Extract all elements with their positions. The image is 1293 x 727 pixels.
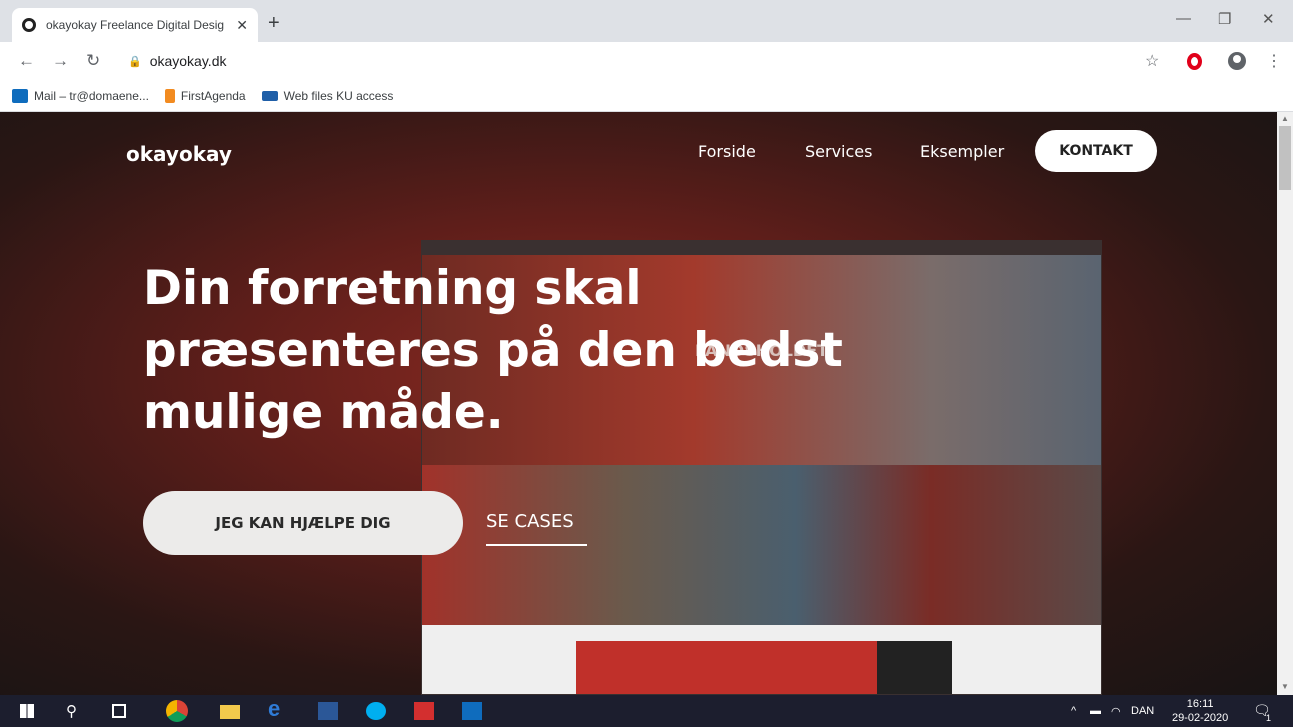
scrollbar-thumb[interactable]: [1279, 126, 1291, 190]
headline-line: præsenteres på den bedst: [143, 323, 843, 378]
page-scrollbar[interactable]: ▲ ▼: [1277, 112, 1293, 695]
window-close-icon[interactable]: ✕: [1262, 10, 1275, 28]
bookmark-firstagenda[interactable]: FirstAgenda: [164, 88, 246, 103]
restore-icon[interactable]: ❐: [1218, 10, 1231, 28]
browser-toolbar: ← → ↻ 🔒 okayokay.dk ☆ ⋮: [0, 42, 1293, 80]
outlook-icon: [12, 88, 28, 103]
bookmark-label: Mail – tr@domaene...: [34, 88, 149, 103]
browser-tab-strip: okayokay Freelance Digital Desig ✕ + — ❐…: [0, 0, 1293, 42]
file-explorer-icon[interactable]: [220, 705, 240, 719]
tray-chevron-icon[interactable]: ^: [1071, 705, 1076, 717]
page-viewport: LANDSHOLDET okayokay Forside Services Ek…: [0, 112, 1277, 695]
nav-forside[interactable]: Forside: [698, 142, 756, 161]
word-icon[interactable]: [318, 702, 338, 720]
kontakt-button[interactable]: KONTAKT: [1035, 130, 1157, 172]
bookmarks-bar: Mail – tr@domaene... FirstAgenda Web fil…: [0, 80, 1293, 112]
search-icon[interactable]: ⚲: [66, 702, 86, 720]
notification-count: 1: [1266, 713, 1272, 723]
skype-icon[interactable]: [366, 702, 386, 720]
clock-time: 16:11: [1186, 698, 1214, 710]
opera-extension-icon[interactable]: [1187, 53, 1202, 70]
chrome-taskbar-icon[interactable]: [166, 700, 188, 722]
clock-date: 29-02-2020: [1172, 712, 1229, 724]
firstagenda-icon: [164, 88, 175, 103]
taskbar-clock[interactable]: 16:11 29-02-2020: [1172, 697, 1228, 725]
windows-taskbar: ⚲ e ^ ▬ ◠ DAN 16:11 29-02-2020 🗨 1: [0, 695, 1293, 727]
nav-eksempler[interactable]: Eksempler: [920, 142, 1004, 161]
outlook-taskbar-icon[interactable]: [462, 702, 482, 720]
address-url: okayokay.dk: [149, 53, 227, 69]
site-favicon-icon: [22, 18, 36, 32]
tab-close-icon[interactable]: ✕: [236, 17, 248, 34]
help-cta-button[interactable]: JEG KAN HJÆLPE DIG: [143, 491, 463, 555]
minimize-icon[interactable]: —: [1176, 10, 1191, 27]
nav-services[interactable]: Services: [805, 142, 872, 161]
headline-line: mulige måde.: [143, 385, 504, 440]
windows-start-icon[interactable]: [20, 704, 34, 718]
address-bar[interactable]: 🔒 okayokay.dk: [118, 47, 1168, 75]
browser-menu-icon[interactable]: ⋮: [1266, 51, 1282, 71]
language-indicator[interactable]: DAN: [1131, 705, 1154, 717]
see-cases-underline: [486, 544, 587, 546]
bookmark-mail[interactable]: Mail – tr@domaene...: [12, 88, 149, 103]
wifi-icon[interactable]: ◠: [1111, 705, 1121, 718]
mockup-browser-bar: [422, 241, 1101, 255]
browser-tab[interactable]: okayokay Freelance Digital Desig ✕: [12, 8, 258, 42]
task-view-icon[interactable]: [112, 704, 126, 718]
see-cases-link[interactable]: SE CASES: [486, 511, 574, 532]
profile-icon[interactable]: [1228, 52, 1246, 70]
scroll-down-icon[interactable]: ▼: [1281, 682, 1289, 691]
forward-icon[interactable]: →: [52, 51, 69, 71]
reload-icon[interactable]: ↻: [86, 51, 100, 71]
site-logo[interactable]: okayokay: [126, 142, 232, 166]
bookmark-label: FirstAgenda: [180, 88, 246, 103]
tab-title: okayokay Freelance Digital Desig: [46, 18, 225, 32]
web-files-icon: [261, 90, 278, 101]
back-icon[interactable]: ←: [18, 51, 35, 71]
network-icon[interactable]: ▬: [1090, 705, 1101, 717]
headline-line: Din forretning skal: [143, 261, 642, 316]
lock-icon: 🔒: [128, 55, 142, 68]
bookmark-star-icon[interactable]: ☆: [1145, 51, 1159, 71]
hero-headline: Din forretning skal præsenteres på den b…: [143, 258, 903, 444]
mockup-dark-card: [877, 641, 952, 694]
bookmark-label: Web files KU access: [283, 88, 394, 103]
internet-explorer-icon[interactable]: e: [268, 696, 288, 721]
scroll-up-icon[interactable]: ▲: [1281, 114, 1289, 123]
bookmark-web-files[interactable]: Web files KU access: [261, 88, 394, 103]
new-tab-button[interactable]: +: [268, 12, 280, 35]
acrobat-icon[interactable]: [414, 702, 434, 720]
